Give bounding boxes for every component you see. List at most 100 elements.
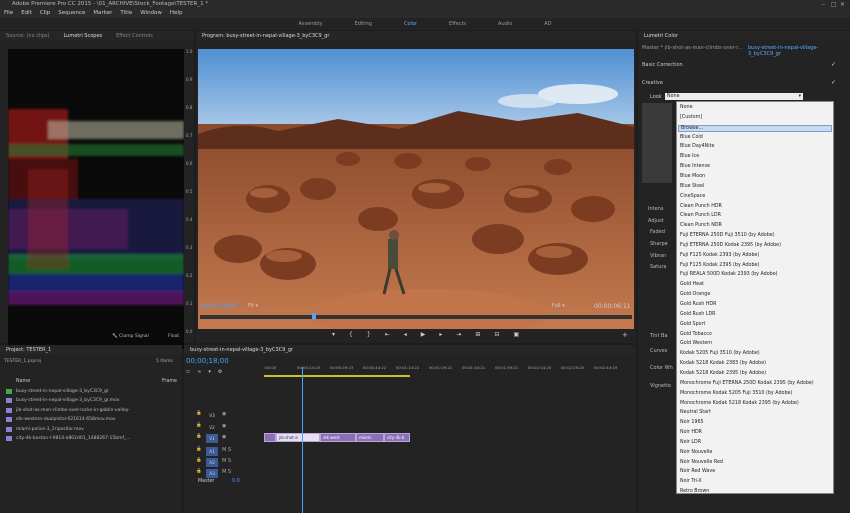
fit-select[interactable]: Fit ▾: [248, 303, 258, 309]
look-option[interactable]: Clean Punch NDR: [680, 223, 722, 228]
workspace-color[interactable]: Color: [404, 21, 417, 27]
mute-solo-icon[interactable]: M S: [222, 469, 231, 475]
program-title[interactable]: Program: busy-street-in-nepal-village-3_…: [202, 33, 329, 39]
project-list-item[interactable]: stk-western-dualpistol-021614-658mov.mov: [16, 417, 116, 422]
play-icon[interactable]: ▶: [421, 331, 426, 338]
menu-clip[interactable]: Clip: [40, 9, 50, 18]
basic-correction-section[interactable]: Basic Correction: [642, 62, 683, 68]
timeline-clip[interactable]: city-4k-b: [384, 433, 410, 442]
look-option[interactable]: Clean Punch LDR: [680, 213, 721, 218]
look-option[interactable]: Gold Sport: [680, 322, 705, 327]
look-dropdown-list[interactable]: None [Custom] Browse... Blue Cold Blue Day4N…: [676, 101, 834, 494]
quality-select[interactable]: Full ▾: [552, 303, 565, 309]
timeline-playhead[interactable]: [302, 367, 303, 513]
bit-depth-select[interactable]: Float: [168, 334, 179, 339]
project-list-item[interactable]: busy-street-in-nepal-village-3_byC3C9_gr…: [16, 398, 120, 403]
camera-icon[interactable]: ▣: [513, 331, 519, 338]
look-preview-thumbnail[interactable]: [642, 103, 672, 183]
timeline-clip[interactable]: [264, 433, 276, 442]
look-option[interactable]: Neutral Start: [680, 410, 711, 415]
menu-marker[interactable]: Marker: [93, 9, 112, 18]
timeline-clip[interactable]: miami: [356, 433, 384, 442]
track-header[interactable]: A2: [206, 458, 218, 467]
lock-icon[interactable]: 🔒: [196, 434, 202, 439]
look-option[interactable]: Fuji ETERNA 250D Kodak 2395 (by Adobe): [680, 243, 781, 248]
tab-lumetri-scopes[interactable]: Lumetri Scopes: [63, 33, 102, 39]
menu-title[interactable]: Title: [120, 9, 132, 18]
look-option[interactable]: Kodak 5205 Fuji 3510 (by Adobe): [680, 351, 760, 356]
timeline-timecode[interactable]: 00;00;18;00: [186, 357, 229, 365]
creative-checkbox[interactable]: ✓: [831, 79, 836, 86]
look-option[interactable]: [Custom]: [680, 115, 702, 120]
creative-section[interactable]: Creative: [642, 80, 663, 86]
look-option[interactable]: Blue Steel: [680, 184, 704, 189]
look-option[interactable]: Gold Heat: [680, 282, 704, 287]
project-list-item[interactable]: jib-shot-as-man-climbs-over-rocks-in-gob…: [16, 408, 130, 413]
workspace-editing[interactable]: Editing: [355, 21, 372, 27]
program-timecode-in[interactable]: 00;00;18;00: [201, 303, 238, 310]
project-list-item[interactable]: miami-police-3_2ripos0ar.mov: [16, 427, 84, 432]
wrench-icon[interactable]: 🔧: [112, 334, 118, 339]
master-clip-link[interactable]: busy-street-in-nepal-village-3_byC3C9_gr: [748, 45, 850, 57]
track-header[interactable]: A1: [206, 447, 218, 456]
track-header[interactable]: V1: [206, 434, 218, 443]
look-option[interactable]: Blue Ice: [680, 154, 699, 159]
look-select[interactable]: None ▾: [665, 93, 803, 100]
lock-icon[interactable]: 🔒: [196, 447, 202, 452]
timeline-ruler[interactable]: :00:00 00:00:14:23 00:00:29:23 00:00:44:22 0…: [264, 365, 636, 375]
track-header[interactable]: A3: [206, 469, 218, 478]
mute-solo-icon[interactable]: M S: [222, 447, 231, 453]
snap-icon[interactable]: ⊂: [186, 369, 190, 375]
look-option[interactable]: Monochrome Kodak 5205 Fuji 3510 (by Adob…: [680, 391, 792, 396]
eye-icon[interactable]: ◉: [222, 411, 226, 417]
go-to-in-icon[interactable]: ⇤: [385, 331, 390, 338]
look-option[interactable]: Noir Nouvelle Red: [680, 460, 723, 465]
workspace-ad[interactable]: AD: [544, 21, 551, 27]
look-option[interactable]: Noir Nouvelle: [680, 450, 712, 455]
mute-solo-icon[interactable]: M S: [222, 458, 231, 464]
lock-icon[interactable]: 🔒: [196, 423, 202, 428]
look-option[interactable]: Monochrome Fuji ETERNA 250D Kodak 2395 (…: [680, 381, 814, 386]
timeline-clip[interactable]: stk-west: [320, 433, 356, 442]
close-button[interactable]: ✕: [840, 0, 845, 9]
add-button-icon[interactable]: +: [622, 331, 628, 339]
look-option[interactable]: Blue Cold: [680, 135, 703, 140]
menu-file[interactable]: File: [4, 9, 13, 18]
step-back-icon[interactable]: ◂: [404, 331, 407, 338]
program-playhead[interactable]: [312, 313, 316, 319]
look-option[interactable]: Clean Punch HDR: [680, 204, 722, 209]
timeline-clip[interactable]: jib-shot-a: [276, 433, 320, 442]
project-list-item[interactable]: city-4k-boston-l-9814-a802d01_1488267-15…: [16, 436, 131, 441]
look-option[interactable]: Blue Moon: [680, 174, 705, 179]
look-option[interactable]: Noir 1965: [680, 420, 704, 425]
overwrite-icon[interactable]: ⊟: [494, 331, 499, 338]
look-option[interactable]: Gold Rush HDR: [680, 302, 716, 307]
look-option[interactable]: Gold Rush LDR: [680, 312, 715, 317]
mark-in-icon[interactable]: {: [349, 331, 353, 338]
program-scrubber[interactable]: [200, 315, 632, 319]
look-option[interactable]: Gold Orange: [680, 292, 710, 297]
track-header[interactable]: V3: [206, 411, 218, 420]
column-frame[interactable]: Frame: [162, 379, 177, 384]
workspace-effects[interactable]: Effects: [449, 21, 466, 27]
look-option[interactable]: Fuji REALA 500D Kodak 2393 (by Adobe): [680, 272, 778, 277]
look-option[interactable]: Kodak 5218 Kodak 2395 (by Adobe): [680, 371, 766, 376]
look-option[interactable]: Fuji ETERNA 250D Fuji 3510 (by Adobe): [680, 233, 775, 238]
workspace-audio[interactable]: Audio: [498, 21, 512, 27]
look-option[interactable]: Retro Brown: [680, 489, 709, 494]
menu-sequence[interactable]: Sequence: [58, 9, 85, 18]
basic-correction-checkbox[interactable]: ✓: [831, 61, 836, 68]
eye-icon[interactable]: ◉: [222, 434, 226, 440]
project-list-item[interactable]: busy-street-in-nepal-village-3_byC3C9_gr: [16, 389, 109, 394]
work-area-bar[interactable]: [264, 375, 410, 377]
menu-help[interactable]: Help: [170, 9, 183, 18]
look-option[interactable]: Browse...: [678, 124, 832, 132]
look-option[interactable]: Gold Tobacco: [680, 332, 712, 337]
lock-icon[interactable]: 🔒: [196, 411, 202, 416]
go-to-out-icon[interactable]: ⇥: [456, 331, 461, 338]
lock-icon[interactable]: 🔒: [196, 458, 202, 463]
look-option[interactable]: Blue Intense: [680, 164, 710, 169]
marker-icon[interactable]: ▾: [332, 331, 335, 338]
track-header[interactable]: V2: [206, 423, 218, 432]
step-forward-icon[interactable]: ▸: [439, 331, 442, 338]
